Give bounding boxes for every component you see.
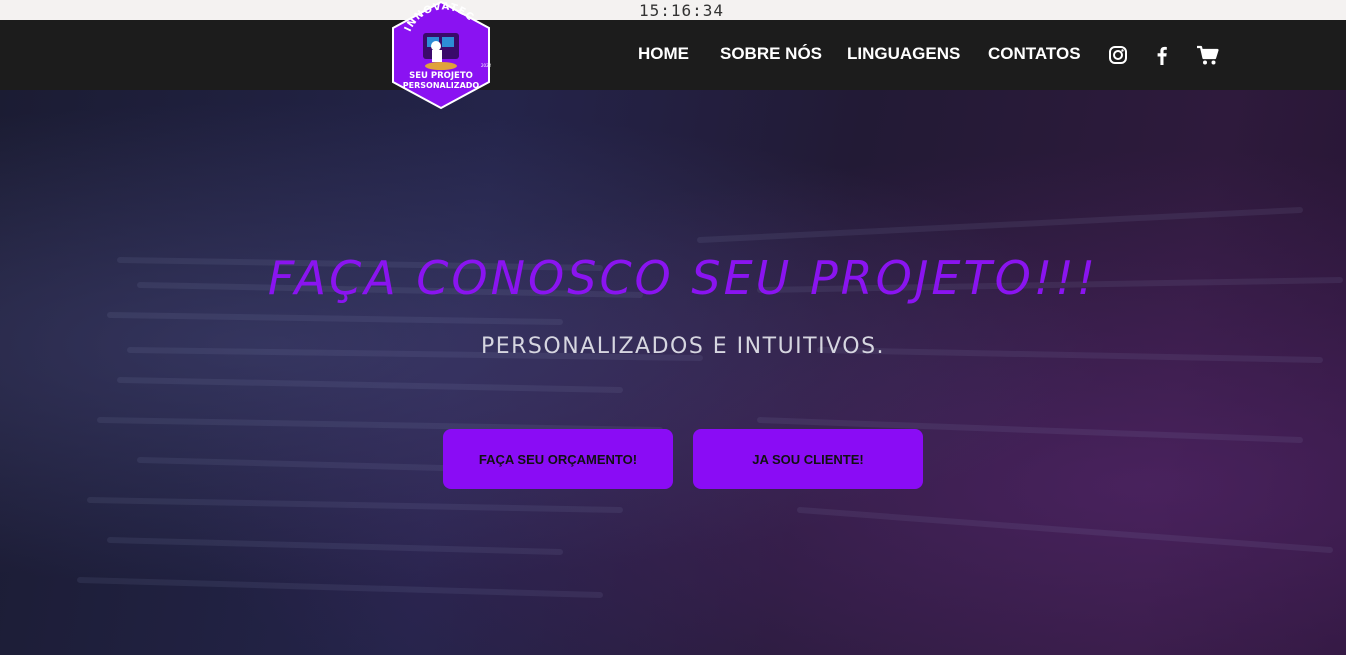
existing-client-button[interactable]: JA SOU CLIENTE! [693, 429, 923, 489]
svg-text:2022: 2022 [481, 63, 492, 68]
logo-badge-icon: 2022 SEU PROJETO PERSONALIZADO INNOVATEC [392, 0, 492, 110]
system-bar: 15:16:34 [0, 0, 1346, 20]
cart-icon[interactable] [1196, 44, 1219, 66]
request-quote-button[interactable]: FAÇA SEU ORÇAMENTO! [443, 429, 673, 489]
hero-section: FAÇA CONOSCO SEU PROJETO!!! PERSONALIZAD… [0, 90, 1346, 655]
instagram-icon[interactable] [1107, 44, 1129, 66]
logo-tagline-2: PERSONALIZADO [403, 81, 480, 90]
logo-tagline-1: SEU PROJETO [409, 71, 473, 81]
nav-sobre-nos[interactable]: SOBRE NÓS [720, 44, 822, 64]
code-background-image [0, 90, 1346, 655]
nav-home[interactable]: HOME [638, 44, 689, 64]
nav-linguagens[interactable]: LINGUAGENS [847, 44, 960, 64]
facebook-icon[interactable] [1151, 44, 1173, 66]
hero-subtitle: PERSONALIZADOS E INTUITIVOS. [480, 334, 886, 359]
clock: 15:16:34 [639, 1, 725, 20]
hero-title: FAÇA CONOSCO SEU PROJETO!!! [267, 250, 1099, 305]
nav-contatos[interactable]: CONTATOS [988, 44, 1081, 64]
site-logo[interactable]: 2022 SEU PROJETO PERSONALIZADO INNOVATEC [390, 0, 492, 110]
